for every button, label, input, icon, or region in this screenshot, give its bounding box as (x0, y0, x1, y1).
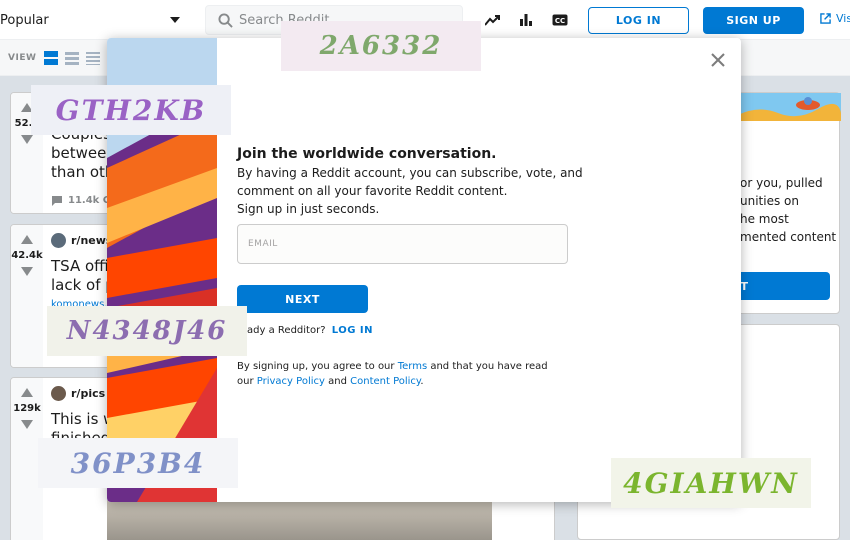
modal-subtitle-line: Sign up in just seconds. (237, 202, 380, 216)
terms-period: . (420, 376, 424, 387)
comment-icon (52, 196, 62, 206)
vote-column: 42.4k (11, 225, 43, 367)
privacy-policy-link[interactable]: Privacy Policy (257, 376, 325, 387)
vote-score: 42.4k (11, 250, 43, 261)
sidebar-banner (738, 93, 841, 121)
terms-link[interactable]: Terms (398, 361, 427, 372)
captcha-image: 36P3B4 (38, 438, 238, 488)
modal-subtitle-line: By having a Reddit account, you can subs… (237, 166, 583, 180)
already-label: ready a Redditor? (237, 325, 326, 336)
feed-label: Popular (0, 12, 49, 28)
captcha-text: GTH2KB (55, 93, 207, 127)
captcha-image: GTH2KB (31, 85, 231, 135)
stats-icon[interactable] (516, 10, 536, 30)
post-image[interactable] (107, 500, 492, 540)
subreddit-link[interactable]: r/news (51, 233, 112, 248)
captcha-text: 36P3B4 (70, 446, 206, 480)
post-title-line: This is w (51, 410, 116, 428)
modal-login-link[interactable]: LOG IN (332, 325, 373, 336)
subreddit-link[interactable]: r/pics (51, 386, 105, 401)
visit-label: Vis (836, 12, 850, 25)
close-icon[interactable] (708, 50, 728, 70)
already-redditor-text: ready a Redditor? LOG IN (237, 325, 373, 336)
upvote-icon[interactable] (21, 235, 33, 244)
subreddit-name: r/pics (71, 387, 106, 400)
terms-prefix: By signing up, you agree to our (237, 361, 395, 372)
card-view-icon[interactable] (44, 51, 58, 65)
next-button[interactable]: NEXT (237, 285, 368, 313)
upvote-icon[interactable] (21, 388, 33, 397)
captcha-text: N4348J46 (66, 316, 228, 346)
classic-view-icon[interactable] (65, 51, 79, 65)
vote-score: 129k (13, 403, 41, 414)
downvote-icon[interactable] (21, 267, 33, 276)
modal-subtitle: By having a Reddit account, you can subs… (237, 164, 583, 218)
header-login-button[interactable]: LOG IN (588, 7, 689, 34)
header-signup-button[interactable]: SIGN UP (703, 7, 804, 34)
svg-text:CC: CC (555, 17, 565, 25)
captions-icon[interactable]: CC (550, 10, 570, 30)
captcha-image: 2A6332 (281, 21, 481, 71)
search-icon (218, 12, 233, 28)
modal-title: Join the worldwide conversation. (237, 146, 497, 162)
subreddit-avatar (51, 386, 66, 401)
content-policy-link[interactable]: Content Policy (350, 376, 420, 387)
chevron-down-icon (170, 17, 180, 23)
trending-icon[interactable] (483, 10, 503, 30)
captcha-image: N4348J46 (47, 306, 247, 356)
visit-link[interactable]: Vis (820, 12, 850, 25)
email-field[interactable] (237, 224, 568, 264)
captcha-image: 4GIAHWN (611, 458, 811, 508)
terms-and: and (328, 376, 347, 387)
view-label: VIEW (8, 53, 37, 63)
downvote-icon[interactable] (21, 420, 33, 429)
compact-view-icon[interactable] (86, 51, 100, 65)
subreddit-avatar (51, 233, 66, 248)
modal-subtitle-line: comment on all your favorite Reddit cont… (237, 184, 508, 198)
external-link-icon (820, 13, 831, 24)
terms-text: By signing up, you agree to our Terms an… (237, 359, 567, 389)
downvote-icon[interactable] (21, 135, 33, 144)
captcha-text: 4GIAHWN (623, 466, 799, 500)
feed-selector[interactable]: Popular (0, 8, 190, 32)
captcha-text: 2A6332 (319, 31, 443, 61)
